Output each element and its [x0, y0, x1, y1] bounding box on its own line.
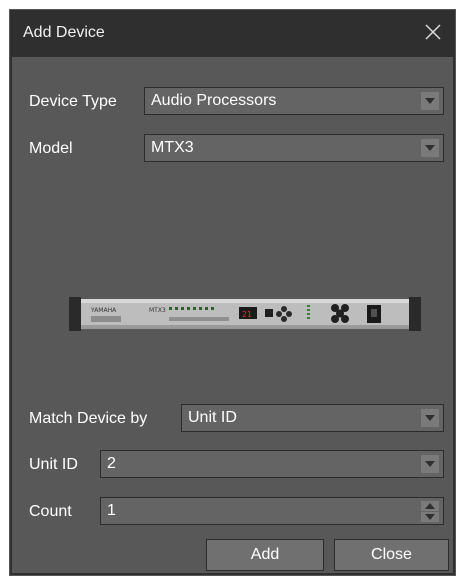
close-button[interactable]: Close: [334, 539, 449, 571]
match-device-by-label: Match Device by: [29, 410, 148, 427]
match-device-by-select[interactable]: Unit ID: [181, 404, 444, 432]
chevron-down-icon[interactable]: [421, 139, 439, 157]
device-display-text: 21: [242, 310, 252, 319]
match-device-by-value: Unit ID: [188, 409, 237, 426]
count-label: Count: [29, 503, 72, 520]
title-bar: Add Device: [10, 10, 455, 57]
count-value[interactable]: 1: [107, 502, 116, 520]
device-model-text: MTX3: [149, 307, 166, 314]
device-preview-image: YAMAHA MTX3 21: [69, 297, 421, 331]
model-select[interactable]: MTX3: [144, 134, 444, 162]
device-type-value: Audio Processors: [151, 92, 277, 109]
model-label: Model: [29, 140, 73, 157]
model-value: MTX3: [151, 139, 194, 156]
decrement-icon[interactable]: [421, 512, 439, 522]
chevron-down-icon[interactable]: [421, 92, 439, 110]
chevron-down-icon[interactable]: [421, 409, 439, 427]
increment-icon[interactable]: [421, 501, 439, 511]
device-type-label: Device Type: [29, 93, 117, 110]
add-device-dialog: Add Device Device Type Audio Processors …: [9, 9, 456, 576]
unit-id-select[interactable]: 2: [100, 450, 444, 478]
device-type-select[interactable]: Audio Processors: [144, 87, 444, 115]
count-spinbox[interactable]: 1: [100, 497, 444, 525]
dialog-body: Device Type Audio Processors Model MTX3 …: [12, 57, 453, 573]
add-button[interactable]: Add: [206, 539, 324, 571]
device-brand-text: YAMAHA: [90, 307, 117, 314]
close-icon[interactable]: [419, 18, 447, 46]
unit-id-value: 2: [107, 455, 116, 472]
unit-id-label: Unit ID: [29, 456, 78, 473]
dialog-title: Add Device: [23, 24, 105, 41]
chevron-down-icon[interactable]: [421, 455, 439, 473]
